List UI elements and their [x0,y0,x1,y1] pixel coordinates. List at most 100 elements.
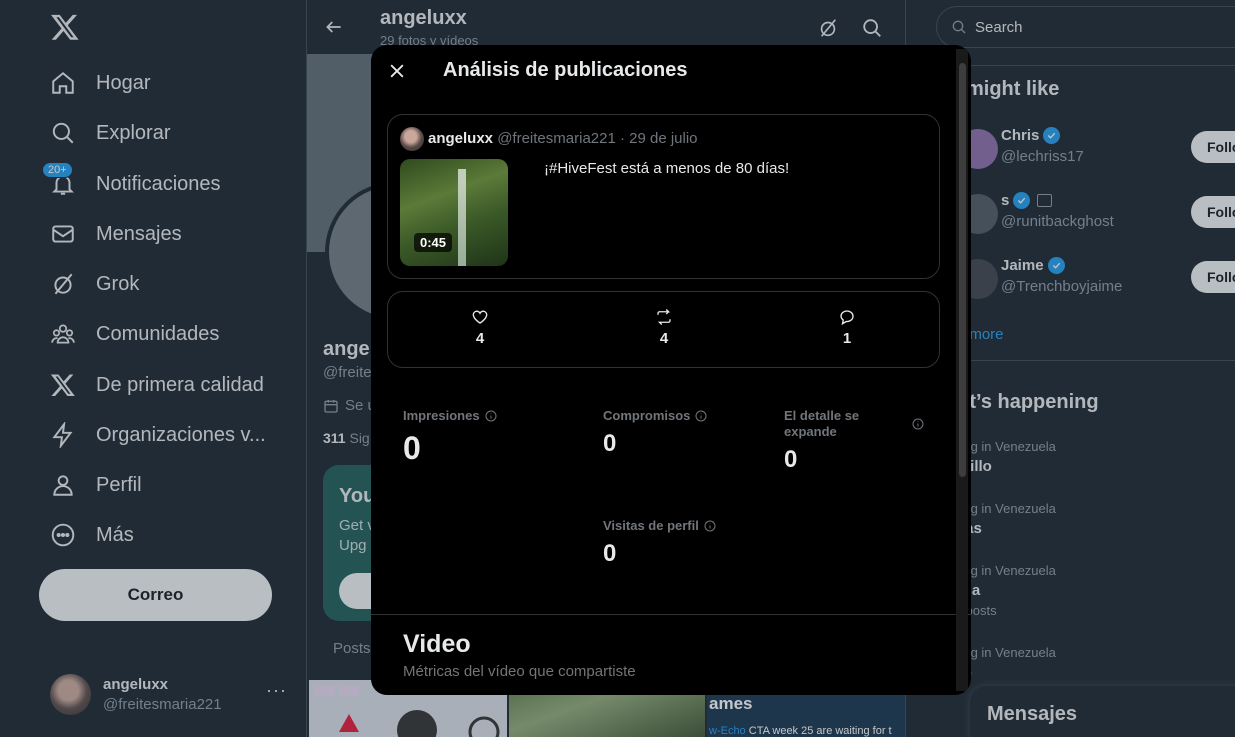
user-name-text: Chris [1001,127,1040,144]
nav-item-notifications[interactable]: 20+ Notificaciones [42,162,221,204]
nav-label: De primera calidad [96,373,264,396]
nav-label: Comunidades [96,322,220,345]
x-logo-icon [50,374,75,397]
media-text: CTA week 25 are waiting for t [748,725,892,737]
nav-label: Hogar [96,71,151,94]
metric-label: Visitas de perfil [603,518,716,534]
messages-drawer[interactable]: Mensajes [970,686,1235,737]
replies-stat: 1 [827,308,867,347]
user-name-text: Jaime [1001,257,1044,274]
post-header: angeluxx @freitesmaria221 · 29 de julio [428,130,698,147]
modal-scrollbar-thumb[interactable] [959,63,966,477]
metric-label: Impresiones [403,408,497,424]
trend-context: nding in Venezuela [946,645,1056,660]
follow-button[interactable]: Follo [1191,196,1235,228]
suggested-user[interactable]: Jaime @Trenchboyjaime Follo [936,257,1235,307]
user-handle: @lechriss17 [1001,148,1084,165]
following-count[interactable]: 311 Sig [323,430,370,446]
video-duration: 0:45 [414,233,453,252]
grok-icon [54,273,73,295]
nav-item-premium[interactable]: De primera calidad [50,365,264,405]
modal-title: Análisis de publicaciones [443,59,688,81]
verified-badge-icon [1047,257,1065,274]
trend-context: nding in Venezuela [946,563,1056,578]
verified-badge-icon [1013,192,1031,209]
trend-name: Hatillo [946,458,1226,475]
nav-item-messages[interactable]: Mensajes [50,214,182,254]
user-name: s [1001,192,1053,209]
trend-count: 1K posts [946,603,997,618]
nav-label: Mensajes [96,222,182,245]
follow-button[interactable]: Follo [1191,261,1235,293]
nav-label: Más [96,523,134,546]
trend-item[interactable]: nding in Venezuela eso [946,645,1226,681]
messages-drawer-title: Mensajes [987,703,1078,725]
avatar [400,127,424,151]
trend-name: eso [946,664,1226,681]
follow-button[interactable]: Follo [1191,131,1235,163]
search-box[interactable] [936,6,1235,48]
communities-icon [51,324,75,344]
profile-joined: Se u [323,397,376,414]
media-title: ames [709,694,753,713]
metric-label: El detalle se expande [784,408,924,440]
user-name: Chris [1001,127,1061,144]
trend-item[interactable]: nding in Venezuela rinas [946,501,1226,537]
metric-value: 0 [603,540,617,567]
info-icon[interactable] [912,418,924,430]
more-circle-icon [51,523,75,547]
following-label: Sig [349,430,370,446]
nav-item-communities[interactable]: Comunidades [50,314,219,354]
reposts-count: 4 [659,330,669,347]
search-icon [952,20,966,34]
metric-label: Compromisos [603,408,707,424]
nav-item-more[interactable]: Más [50,515,134,555]
back-arrow-icon[interactable] [324,17,344,37]
nav-item-grok[interactable]: Grok [50,264,139,304]
suggested-user[interactable]: s @runitbackghost Follo [936,192,1235,242]
nav-item-explore[interactable]: Explorar [50,113,170,153]
trend-item[interactable]: nding in Venezuela y dia 1K posts [946,563,1226,618]
more-options-icon[interactable]: ··· [266,680,287,701]
tab-posts[interactable]: Posts [333,640,371,657]
trend-item[interactable]: nding in Venezuela Hatillo [946,439,1226,475]
replies-count: 1 [842,330,852,347]
info-icon[interactable] [695,410,707,422]
nav-item-organizations[interactable]: Organizaciones v... [50,415,266,455]
search-input[interactable] [975,18,1215,36]
info-icon[interactable] [485,410,497,422]
search-icon[interactable] [861,17,883,39]
x-logo-icon[interactable] [50,12,80,42]
post-button[interactable]: Correo [39,569,272,621]
calendar-icon [324,399,338,413]
reply-icon [840,310,854,326]
avatar [50,674,91,715]
trend-name: y dia [946,582,1226,599]
profile-handle: @freite [323,364,372,381]
nav-label: Grok [96,272,140,295]
trend-name: rinas [946,520,1226,537]
nav-item-profile[interactable]: Perfil [50,465,142,505]
nav-label: Organizaciones v... [96,423,266,446]
nav-label: Notificaciones [96,172,221,195]
profile-name: ange [323,338,370,360]
likes-count: 4 [475,330,485,347]
engagement-summary: 4 4 1 [387,291,940,368]
post-analytics-modal: Análisis de publicaciones angeluxx @frei… [371,45,971,695]
envelope-icon [52,225,74,243]
left-sidebar: Hogar Explorar 20+ Notificaciones Mensaj… [0,0,306,737]
account-switcher[interactable]: angeluxx @freitesmaria221 ··· [50,674,290,716]
trend-context: nding in Venezuela [946,439,1056,454]
info-icon[interactable] [704,520,716,532]
grok-icon[interactable] [817,17,839,39]
lightning-icon [52,422,73,448]
nav-label: Explorar [96,121,171,144]
nav-item-home[interactable]: Hogar [50,63,150,103]
metric-detail-expands: El detalle se expande 0 [784,408,924,474]
video-thumbnail[interactable]: 0:45 [400,159,508,266]
nav-label: Perfil [96,473,142,496]
close-icon[interactable] [387,61,407,81]
repost-icon [657,309,671,325]
suggested-user[interactable]: Chris @lechriss17 Follo [936,127,1235,177]
post-preview[interactable]: angeluxx @freitesmaria221 · 29 de julio … [387,114,940,279]
